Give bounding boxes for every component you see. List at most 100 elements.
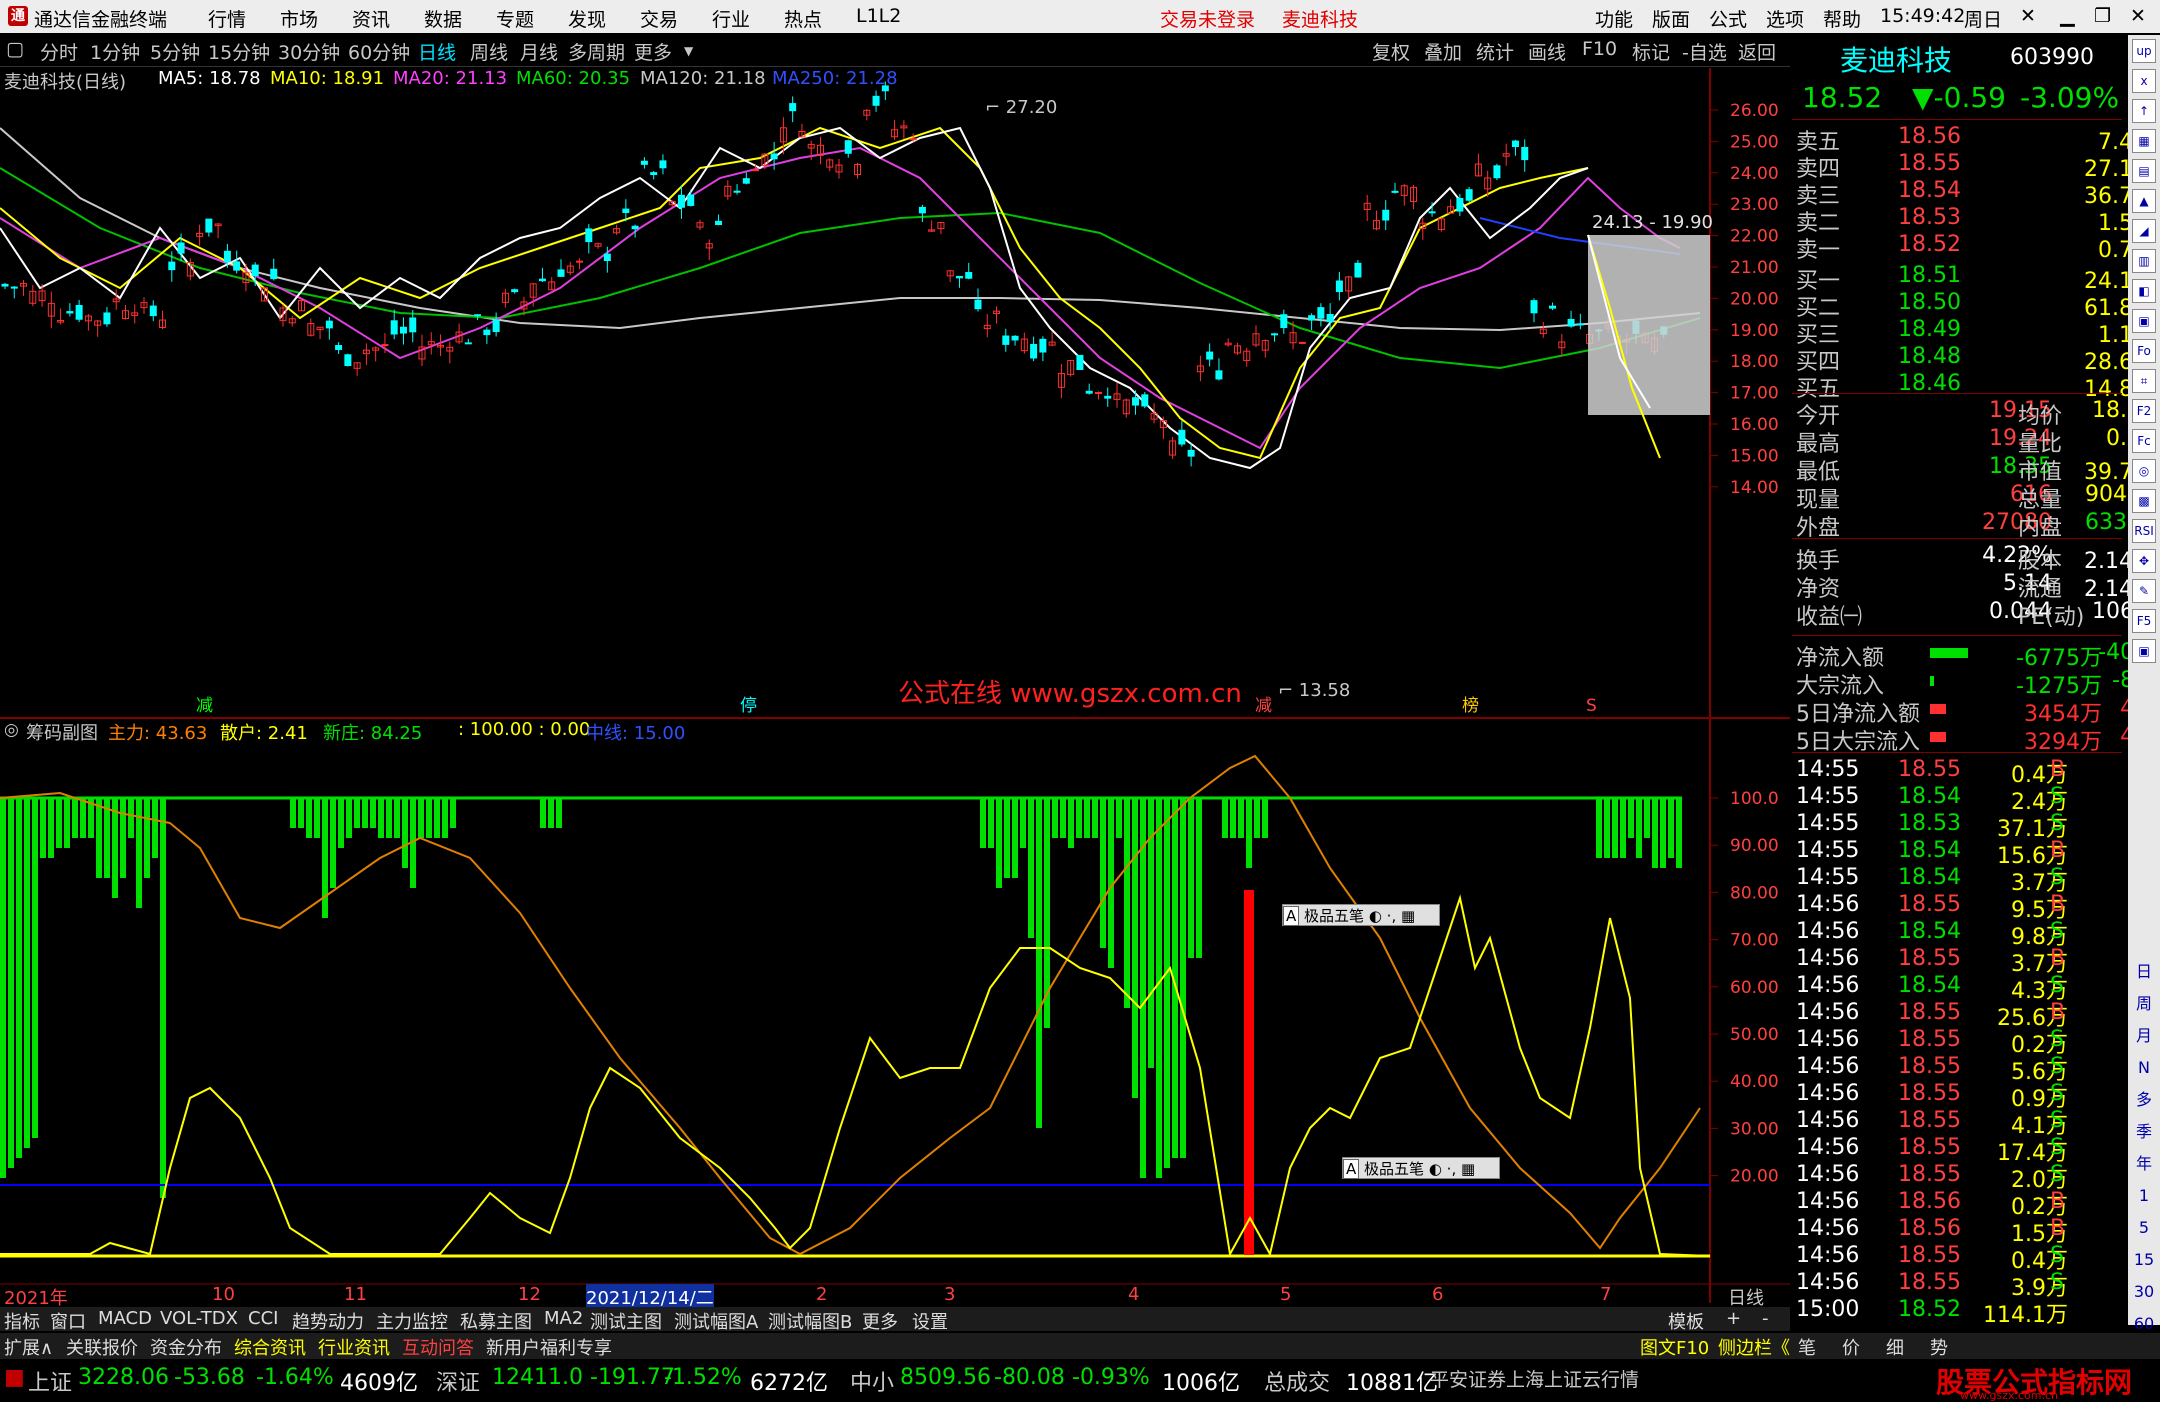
side-tool-icon[interactable]: ⌗ xyxy=(2132,369,2156,393)
tab-fuli[interactable]: 新用户福利专享 xyxy=(486,1334,612,1360)
side-tool-icon[interactable]: ✎ xyxy=(2132,579,2156,603)
tab-qushi[interactable]: 趋势动力 xyxy=(292,1308,364,1334)
restore-icon[interactable]: ❐ xyxy=(2094,5,2111,27)
menu-redian[interactable]: 热点 xyxy=(784,5,822,32)
add-icon[interactable]: + xyxy=(1726,1308,1741,1329)
side-period-button[interactable]: 1 xyxy=(2132,1185,2156,1209)
tab-zhuli[interactable]: 主力监控 xyxy=(376,1308,448,1334)
btn-biaoji[interactable]: 标记 xyxy=(1632,38,1670,65)
panel-toggle-icon[interactable]: ▢ xyxy=(6,38,24,60)
login-status[interactable]: 交易未登录 xyxy=(1160,5,1255,32)
tab-zonghe[interactable]: 综合资讯 xyxy=(234,1334,306,1360)
menu-xuanxiang[interactable]: 选项 xyxy=(1766,5,1804,32)
menu-zixun[interactable]: 资讯 xyxy=(352,5,390,32)
close-icon[interactable]: ✕ xyxy=(2130,5,2146,27)
menu-hangqing[interactable]: 行情 xyxy=(208,5,246,32)
side-tool-icon[interactable]: Fo xyxy=(2132,339,2156,363)
bid-row[interactable]: 买三 18.49 1.1万 xyxy=(1792,317,2160,348)
menu-shuju[interactable]: 数据 xyxy=(424,5,462,32)
tab-xi[interactable]: 细 xyxy=(1886,1334,1904,1360)
tab-ma2[interactable]: MA2 xyxy=(544,1308,583,1329)
index-sh-label[interactable]: 上证 xyxy=(28,1365,72,1397)
ask-row[interactable]: 卖四 18.55 27.1万 xyxy=(1792,151,2160,182)
side-tool-icon[interactable]: ▣ xyxy=(2132,309,2156,333)
bid-row[interactable]: 买二 18.50 61.8万 xyxy=(1792,290,2160,321)
index-zx-label[interactable]: 中小 xyxy=(850,1365,894,1397)
tab-zhibiao[interactable]: 指标 xyxy=(4,1308,40,1334)
side-tool-icon[interactable]: ▲ xyxy=(2132,189,2156,213)
side-tool-icon[interactable]: RSI xyxy=(2132,519,2156,543)
btn-fuquan[interactable]: 复权 xyxy=(1372,38,1410,65)
btn-tongji[interactable]: 统计 xyxy=(1476,38,1514,65)
side-tool-icon[interactable]: Fc xyxy=(2132,429,2156,453)
sub-chart-icon[interactable]: ◎ xyxy=(4,720,19,740)
side-tool-icon[interactable]: up xyxy=(2132,39,2156,63)
close-small-icon[interactable]: ✕ xyxy=(2020,5,2036,27)
tab-vol-tdx[interactable]: VOL-TDX xyxy=(160,1308,238,1329)
tab-ceshi-b[interactable]: 测试幅图B xyxy=(768,1308,852,1334)
tab-60min[interactable]: 60分钟 xyxy=(348,38,410,65)
tab-chuangkou[interactable]: 窗口 xyxy=(50,1308,86,1334)
tab-gengduo[interactable]: 更多 xyxy=(862,1308,898,1334)
tab-5min[interactable]: 5分钟 xyxy=(150,38,200,65)
tab-shi[interactable]: 势 xyxy=(1930,1334,1948,1360)
bid-row[interactable]: 买一 18.51 24.1万 xyxy=(1792,263,2160,294)
bid-row[interactable]: 买四 18.48 28.6万 xyxy=(1792,344,2160,375)
tab-zijin[interactable]: 资金分布 xyxy=(150,1334,222,1360)
side-tool-icon[interactable]: ▩ xyxy=(2132,489,2156,513)
tab-cebianlan[interactable]: 侧边栏《 xyxy=(1718,1334,1790,1360)
side-period-button[interactable]: 60 xyxy=(2132,1313,2156,1337)
ask-row[interactable]: 卖五 18.56 7.4万 xyxy=(1792,124,2160,155)
more-dropdown-icon[interactable]: ▼ xyxy=(684,44,693,58)
menu-gongneng[interactable]: 功能 xyxy=(1595,5,1633,32)
side-period-button[interactable]: 多 xyxy=(2132,1089,2156,1113)
minimize-icon[interactable]: ▁ xyxy=(2060,5,2075,27)
menu-banmian[interactable]: 版面 xyxy=(1652,5,1690,32)
menu-gongshi[interactable]: 公式 xyxy=(1709,5,1747,32)
side-tool-icon[interactable]: ▥ xyxy=(2132,249,2156,273)
btn-zixuan[interactable]: -自选 xyxy=(1682,38,1727,65)
tab-ceshi-a[interactable]: 测试幅图A xyxy=(674,1308,758,1334)
tab-hangye-zixun[interactable]: 行业资讯 xyxy=(318,1334,390,1360)
menu-shichang[interactable]: 市场 xyxy=(280,5,318,32)
tab-daily[interactable]: 日线 xyxy=(418,38,456,65)
side-tool-icon[interactable]: ↑ xyxy=(2132,99,2156,123)
menu-zhuanti[interactable]: 专题 xyxy=(496,5,534,32)
ask-row[interactable]: 卖三 18.54 36.7万 xyxy=(1792,178,2160,209)
side-period-button[interactable]: 15 xyxy=(2132,1249,2156,1273)
side-tool-icon[interactable]: x xyxy=(2132,69,2156,93)
menu-l1l2[interactable]: L1L2 xyxy=(856,5,901,27)
tab-hudong[interactable]: 互动问答 xyxy=(402,1334,474,1360)
menu-jiaoyi[interactable]: 交易 xyxy=(640,5,678,32)
btn-huaxian[interactable]: 画线 xyxy=(1528,38,1566,65)
side-period-button[interactable]: 周 xyxy=(2132,993,2156,1017)
minus-icon[interactable]: - xyxy=(1762,1308,1769,1329)
side-tool-icon[interactable]: F5 xyxy=(2132,609,2156,633)
tab-macd[interactable]: MACD xyxy=(98,1308,152,1329)
tab-guanlian[interactable]: 关联报价 xyxy=(66,1334,138,1360)
side-tool-icon[interactable]: ▤ xyxy=(2132,159,2156,183)
tab-30min[interactable]: 30分钟 xyxy=(278,38,340,65)
btn-diejia[interactable]: 叠加 xyxy=(1424,38,1462,65)
ime-toolbar-1[interactable]: A 极品五笔 ◐ ·, ▦ xyxy=(1282,904,1440,926)
side-tool-icon[interactable]: ▣ xyxy=(2132,639,2156,663)
tab-monthly[interactable]: 月线 xyxy=(520,38,558,65)
tab-bi[interactable]: 笔 xyxy=(1798,1334,1816,1360)
tab-jia[interactable]: 价 xyxy=(1842,1334,1860,1360)
side-tool-icon[interactable]: ◢ xyxy=(2132,219,2156,243)
side-tool-icon[interactable]: ◧ xyxy=(2132,279,2156,303)
tab-ceshizhu[interactable]: 测试主图 xyxy=(590,1308,662,1334)
tab-1min[interactable]: 1分钟 xyxy=(90,38,140,65)
side-period-button[interactable]: N xyxy=(2132,1057,2156,1081)
index-sz-label[interactable]: 深证 xyxy=(436,1365,480,1397)
tab-multi[interactable]: 多周期 xyxy=(568,38,625,65)
tab-cci[interactable]: CCI xyxy=(248,1308,278,1329)
side-period-button[interactable]: 5 xyxy=(2132,1217,2156,1241)
tab-shezhi[interactable]: 设置 xyxy=(912,1308,948,1334)
menu-hangye[interactable]: 行业 xyxy=(712,5,750,32)
ask-row[interactable]: 卖二 18.53 1.5万 xyxy=(1792,205,2160,236)
range-box[interactable] xyxy=(1588,235,1710,415)
tab-weekly[interactable]: 周线 xyxy=(470,38,508,65)
tab-15min[interactable]: 15分钟 xyxy=(208,38,270,65)
tab-kuozhan[interactable]: 扩展∧ xyxy=(4,1334,53,1360)
